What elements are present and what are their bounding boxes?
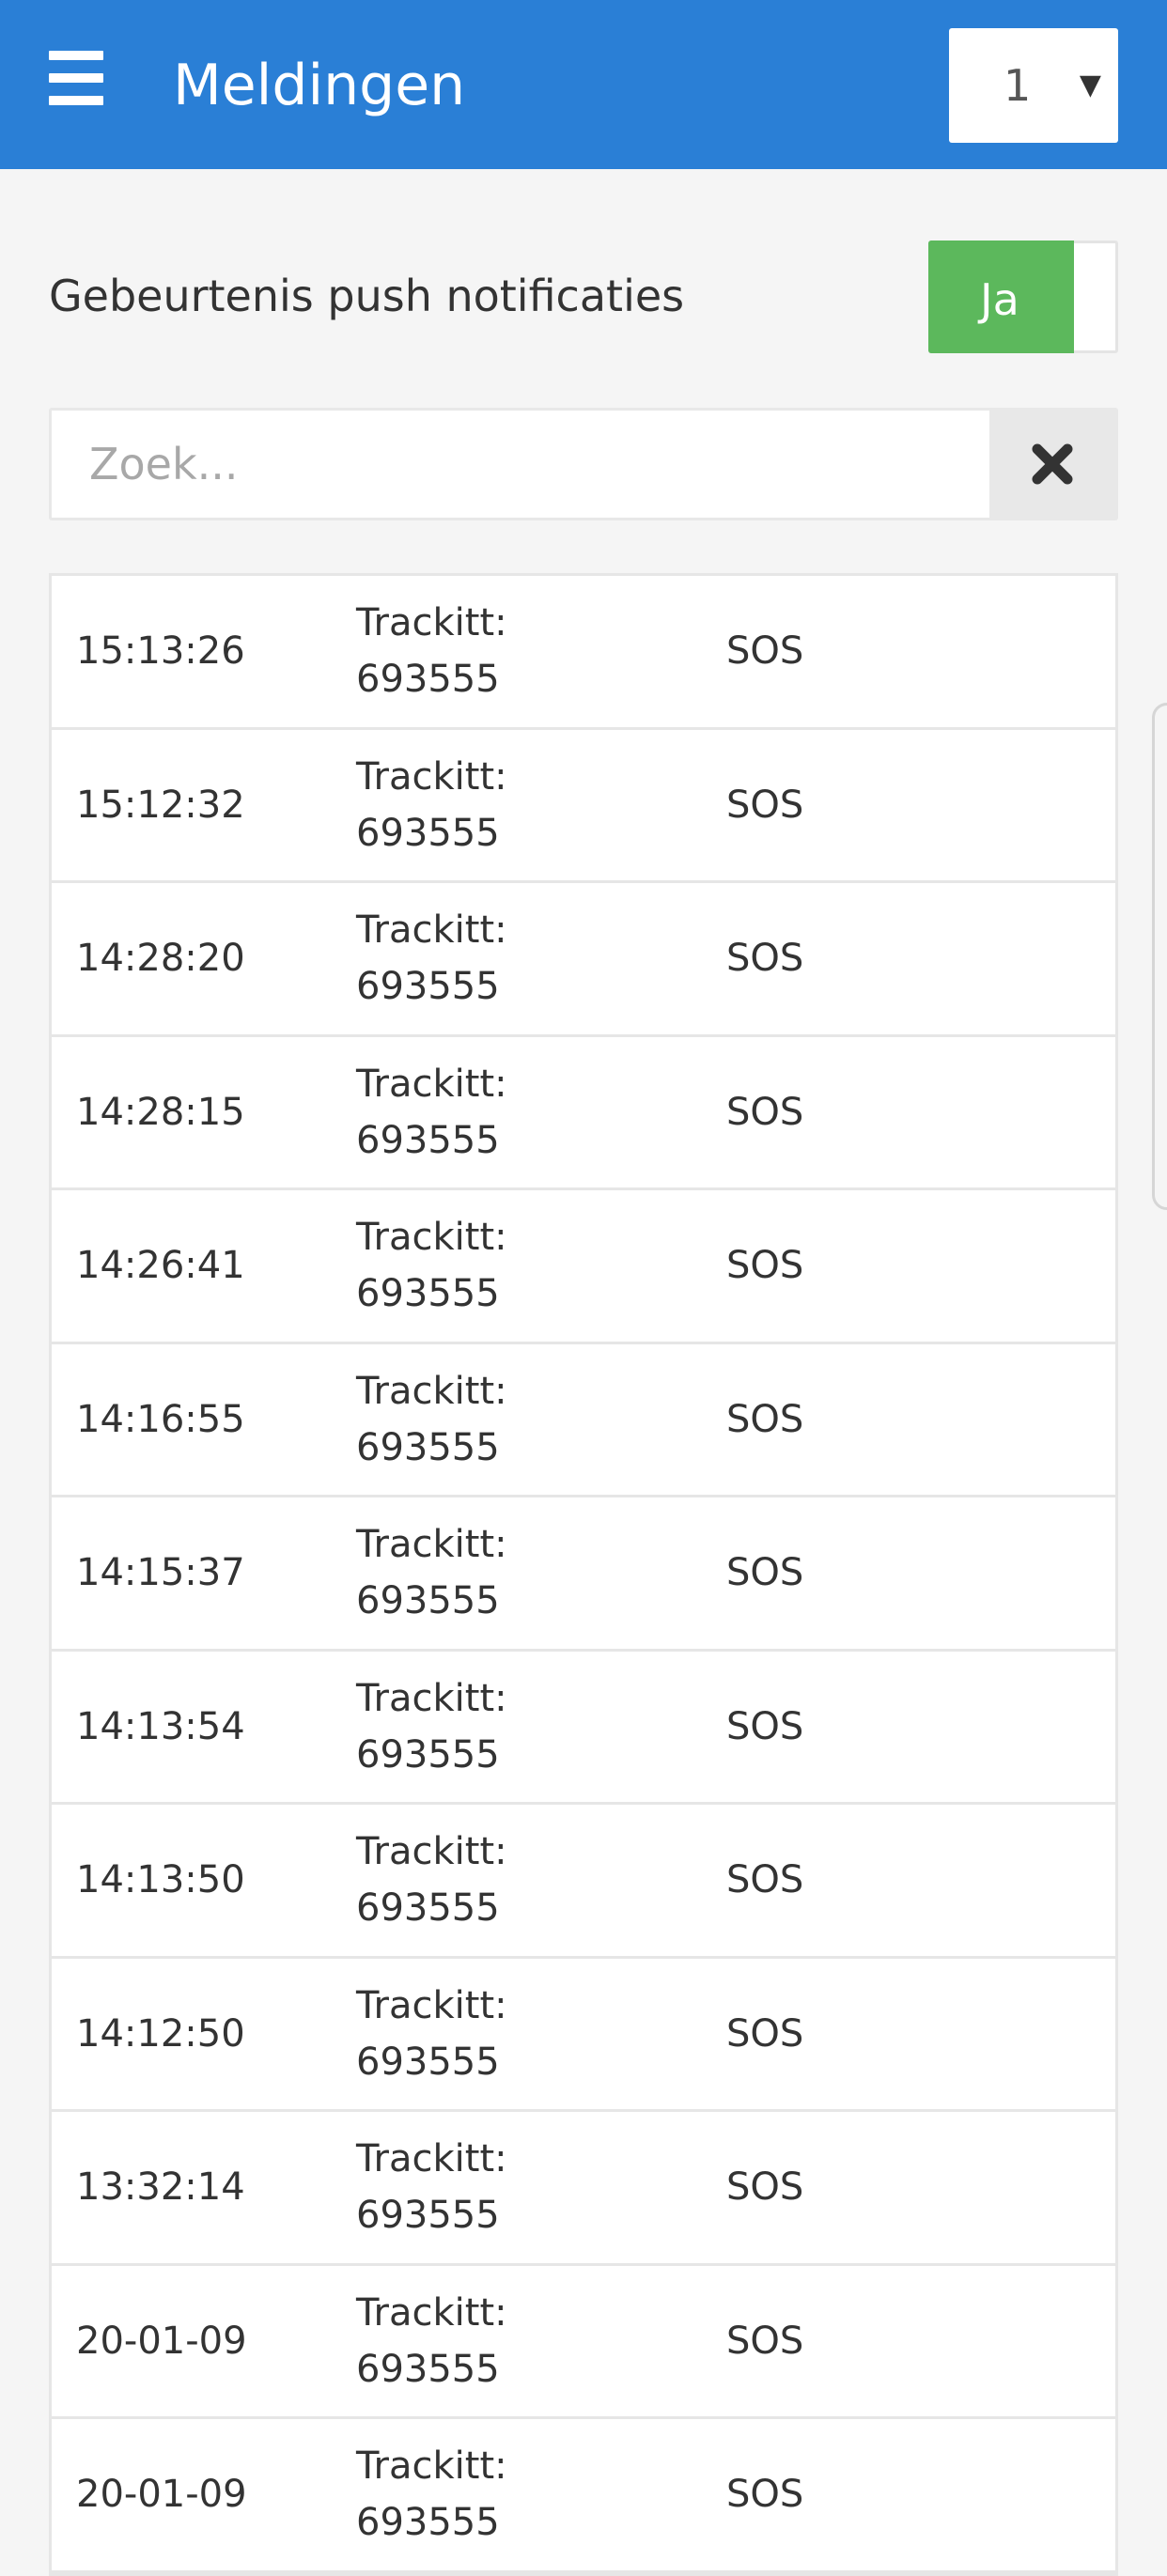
event-device-id: 693555 (356, 1425, 500, 1469)
page-select[interactable]: 1 ▼ (949, 28, 1118, 143)
event-row[interactable]: 15:13:26 Trackitt: 693555 SOS (52, 576, 1115, 730)
event-device: Trackitt: 693555 (356, 1823, 507, 1936)
event-row[interactable]: 14:13:50 Trackitt: 693555 SOS (52, 1805, 1115, 1959)
event-type: SOS (726, 1858, 804, 1902)
event-row[interactable]: 13:32:14 Trackitt: 693555 SOS (52, 2112, 1115, 2266)
event-type: SOS (726, 2319, 804, 2363)
event-device: Trackitt: 693555 (356, 1670, 507, 1783)
search-input[interactable] (52, 411, 989, 518)
event-device-name: Trackitt: (356, 1062, 507, 1106)
event-list: 15:13:26 Trackitt: 693555 SOS 15:12:32 Tracki… (49, 573, 1118, 2576)
event-device-id: 693555 (356, 1272, 500, 1316)
event-device-name: Trackitt: (356, 1830, 507, 1874)
event-device-id: 693555 (356, 2347, 500, 2391)
event-device-name: Trackitt: (356, 1216, 507, 1260)
event-device-name: Trackitt: (356, 1983, 507, 2027)
event-type: SOS (726, 2165, 804, 2210)
event-row[interactable]: 14:12:50 Trackitt: 693555 SOS (52, 1958, 1115, 2112)
chevron-down-icon: ▼ (1079, 69, 1101, 101)
event-device: Trackitt: 693555 (356, 2438, 507, 2551)
event-device-name: Trackitt: (356, 601, 507, 645)
event-device-id: 693555 (356, 811, 500, 855)
event-time: 13:32:14 (76, 2165, 245, 2210)
event-device-id: 693555 (356, 1886, 500, 1931)
event-type: SOS (726, 783, 804, 827)
event-device: Trackitt: 693555 (356, 1363, 507, 1476)
toggle-label: Ja (980, 274, 1019, 325)
event-type: SOS (726, 1090, 804, 1134)
hamburger-menu-icon[interactable] (49, 51, 103, 105)
event-device-id: 693555 (356, 2040, 500, 2084)
event-time: 14:28:15 (76, 1090, 245, 1134)
event-device-id: 693555 (356, 1579, 500, 1623)
event-device-id: 693555 (356, 965, 500, 1009)
event-device: Trackitt: 693555 (356, 1978, 507, 2090)
event-time: 20-01-09 (76, 2473, 247, 2517)
event-device: Trackitt: 693555 (356, 2285, 507, 2398)
event-device-name: Trackitt: (356, 1676, 507, 1720)
event-row[interactable]: 14:26:41 Trackitt: 693555 SOS (52, 1190, 1115, 1344)
app-header: Meldingen 1 ▼ (0, 0, 1167, 169)
event-time: 14:28:20 (76, 937, 245, 981)
event-type: SOS (726, 1551, 804, 1595)
event-device: Trackitt: 693555 (356, 902, 507, 1015)
event-device-id: 693555 (356, 1118, 500, 1162)
event-device-name: Trackitt: (356, 908, 507, 953)
push-notifications-toggle[interactable]: Ja (928, 241, 1118, 353)
event-device-name: Trackitt: (356, 1523, 507, 1567)
event-time: 20-01-09 (76, 2319, 247, 2363)
event-device-id: 693555 (356, 2501, 500, 2545)
event-device-name: Trackitt: (356, 2290, 507, 2335)
clear-search-button[interactable] (989, 411, 1115, 518)
event-time: 14:13:50 (76, 1858, 245, 1902)
close-icon (1032, 443, 1073, 485)
event-row[interactable]: 15:12:32 Trackitt: 693555 SOS (52, 729, 1115, 883)
event-time: 14:26:41 (76, 1244, 245, 1288)
event-row[interactable]: 14:13:54 Trackitt: 693555 SOS (52, 1651, 1115, 1805)
event-device-name: Trackitt: (356, 754, 507, 799)
event-row[interactable]: 20-01-09 Trackitt: 693555 SOS (52, 2265, 1115, 2419)
event-device: Trackitt: 693555 (356, 2131, 507, 2243)
event-device-id: 693555 (356, 1732, 500, 1777)
event-row[interactable]: 14:28:20 Trackitt: 693555 SOS (52, 883, 1115, 1037)
event-type: SOS (726, 2473, 804, 2517)
event-row[interactable]: 20-01-09 Trackitt: 693555 SOS (52, 2419, 1115, 2573)
event-device: Trackitt: 693555 (356, 1056, 507, 1169)
page-select-value: 1 (1004, 60, 1032, 111)
event-type: SOS (726, 937, 804, 981)
page-title: Meldingen (173, 53, 466, 118)
event-row[interactable]: 14:28:15 Trackitt: 693555 SOS (52, 1036, 1115, 1190)
search-box (49, 408, 1118, 520)
event-type: SOS (726, 2011, 804, 2056)
event-type: SOS (726, 1397, 804, 1441)
event-device-name: Trackitt: (356, 2444, 507, 2489)
event-device: Trackitt: 693555 (356, 595, 507, 707)
event-time: 14:13:54 (76, 1704, 245, 1748)
event-device-id: 693555 (356, 658, 500, 702)
event-time: 15:13:26 (76, 629, 245, 674)
event-type: SOS (726, 1704, 804, 1748)
event-row[interactable]: 14:16:55 Trackitt: 693555 SOS (52, 1343, 1115, 1497)
event-device: Trackitt: 693555 (356, 1516, 507, 1629)
event-device-name: Trackitt: (356, 1369, 507, 1413)
event-type: SOS (726, 1244, 804, 1288)
push-notifications-label: Gebeurtenis push notificaties (49, 271, 685, 321)
event-time: 14:16:55 (76, 1397, 245, 1441)
side-scroll-handle[interactable] (1152, 703, 1167, 1210)
event-time: 15:12:32 (76, 783, 245, 827)
event-device-id: 693555 (356, 2194, 500, 2238)
event-row[interactable]: 14:15:37 Trackitt: 693555 SOS (52, 1497, 1115, 1652)
event-time: 14:12:50 (76, 2011, 245, 2056)
event-type: SOS (726, 629, 804, 674)
event-time: 14:15:37 (76, 1551, 245, 1595)
event-device: Trackitt: 693555 (356, 749, 507, 861)
event-device: Trackitt: 693555 (356, 1209, 507, 1322)
event-device-name: Trackitt: (356, 2137, 507, 2181)
